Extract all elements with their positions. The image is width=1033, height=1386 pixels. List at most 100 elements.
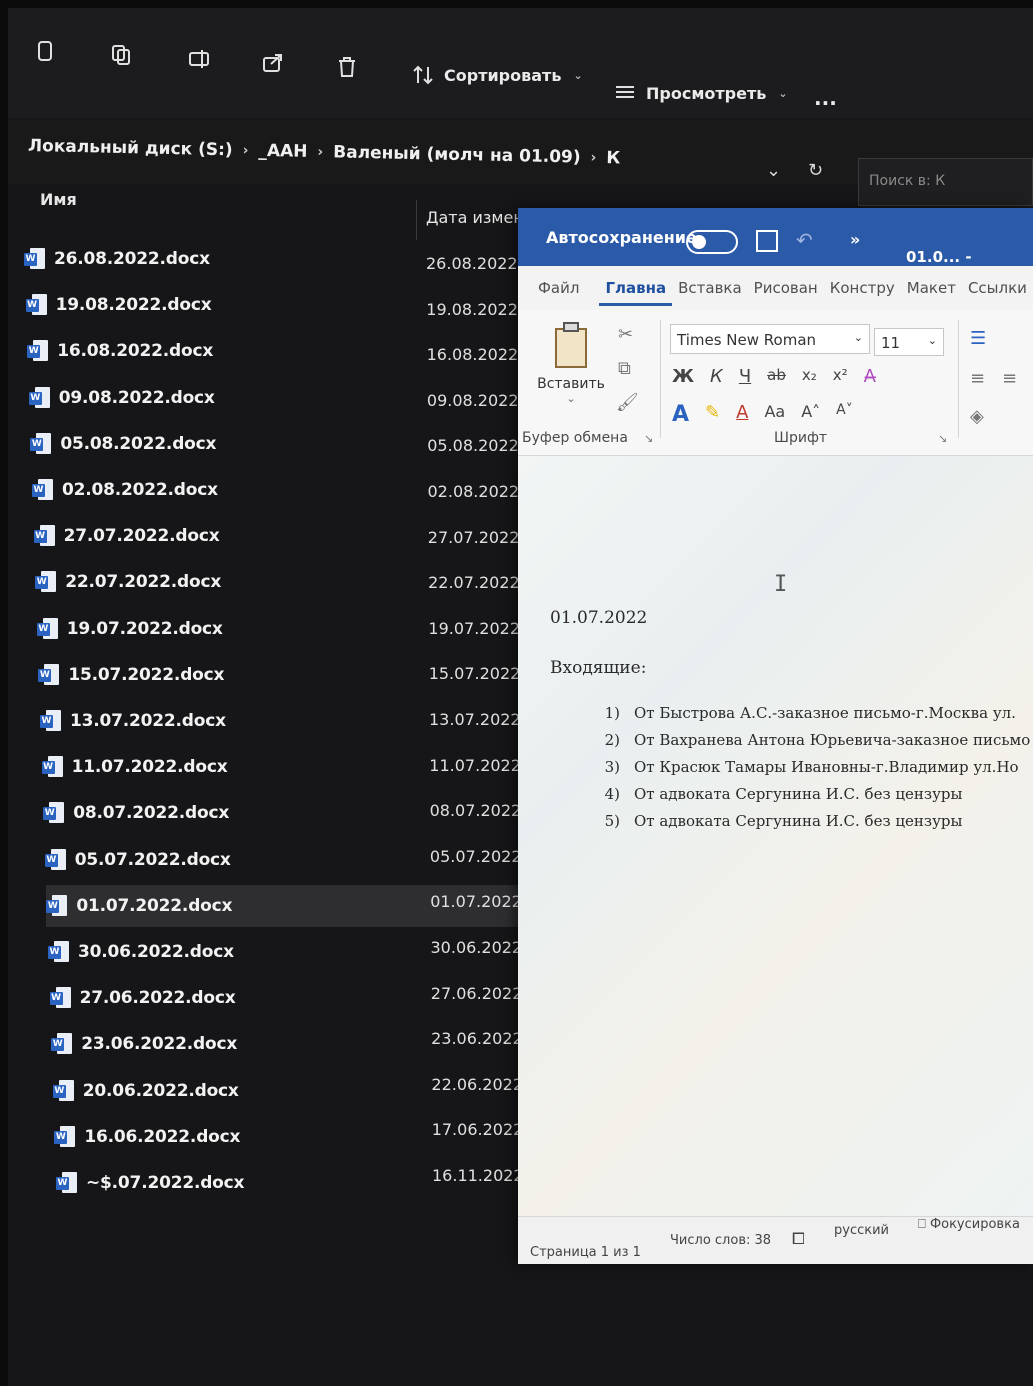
column-header-name[interactable]: Имя bbox=[40, 190, 77, 209]
tab-design[interactable]: Констру bbox=[824, 279, 901, 297]
font-size-select[interactable]: 11 ⌄ bbox=[874, 328, 944, 356]
file-name: 27.06.2022.docx bbox=[79, 988, 236, 1009]
word-title-bar: Автосохранение ↶ » 01.0... - Сохр... bbox=[518, 208, 1033, 284]
copy-icon[interactable]: ⧉ bbox=[618, 358, 631, 379]
more-options-button[interactable]: ... bbox=[814, 86, 837, 110]
word-doc-icon: W bbox=[41, 755, 64, 779]
breadcrumb-item-folder[interactable]: Валеный (молч на 01.09) bbox=[333, 142, 581, 167]
font-name-select[interactable]: Times New Roman ⌄ bbox=[670, 324, 870, 354]
tab-insert[interactable]: Вставка bbox=[672, 279, 748, 297]
highlight-icon[interactable]: ✎ bbox=[705, 402, 720, 427]
word-doc-icon: W bbox=[38, 663, 60, 687]
font-color-icon[interactable]: A bbox=[736, 402, 748, 427]
status-word-count[interactable]: Число слов: 38 bbox=[670, 1233, 771, 1248]
column-header-date[interactable]: Дата измен bbox=[426, 208, 524, 227]
cut-icon bbox=[32, 38, 58, 64]
shrink-font-icon[interactable]: A˅ bbox=[836, 402, 853, 427]
underline-button[interactable]: Ч bbox=[739, 366, 751, 387]
grow-font-icon[interactable]: A˄ bbox=[801, 402, 820, 427]
list-item-text: От Красюк Тамары Ивановны-г.Владимир ул.… bbox=[634, 758, 1019, 776]
file-date: 15.07.2022 bbox=[428, 664, 521, 684]
save-icon[interactable] bbox=[756, 230, 778, 252]
change-case-icon[interactable]: Aa bbox=[764, 402, 785, 427]
ribbon-home: Вставить ⌄ ✂ ⧉ 🖌 Буфер обмена ↘ Times Ne… bbox=[518, 310, 1033, 456]
italic-button[interactable]: К bbox=[710, 366, 723, 387]
file-name: 13.07.2022.docx bbox=[70, 711, 226, 731]
align-center-icon[interactable]: ≡ bbox=[1002, 368, 1017, 389]
word-doc-icon: W bbox=[54, 1125, 76, 1149]
file-date: 11.07.2022 bbox=[429, 755, 521, 775]
proofing-icon[interactable]: ⧠ bbox=[792, 1229, 805, 1249]
quick-access-more-icon[interactable]: » bbox=[850, 230, 860, 249]
file-date: 27.07.2022 bbox=[427, 527, 520, 547]
breadcrumb-item-drive[interactable]: Локальный диск (S:) bbox=[28, 136, 233, 160]
bullets-icon[interactable]: ☰ bbox=[970, 328, 986, 349]
autosave-toggle[interactable] bbox=[686, 230, 738, 254]
tab-file[interactable]: Файл bbox=[518, 279, 585, 297]
rename-icon bbox=[186, 46, 212, 72]
autosave-label: Автосохранение bbox=[546, 228, 697, 247]
align-left-icon[interactable]: ≡ bbox=[970, 368, 985, 389]
file-date: 16.08.2022 bbox=[426, 345, 519, 365]
paste-button[interactable]: Вставить ⌄ bbox=[536, 322, 606, 405]
file-date: 17.06.2022 bbox=[431, 1120, 524, 1140]
undo-icon[interactable]: ↶ bbox=[796, 228, 813, 252]
search-input[interactable]: Поиск в: К bbox=[858, 158, 1033, 206]
superscript-button[interactable]: x² bbox=[833, 366, 848, 387]
column-divider[interactable] bbox=[416, 200, 417, 240]
sort-button[interactable]: Сортировать ⌄ bbox=[410, 62, 583, 88]
file-name: 16.08.2022.docx bbox=[57, 341, 214, 362]
status-language[interactable]: русский bbox=[834, 1223, 889, 1238]
word-window: Автосохранение ↶ » 01.0... - Сохр... Фай… bbox=[518, 208, 1033, 1264]
cut-icon[interactable]: ✂ bbox=[618, 324, 633, 345]
word-doc-icon: W bbox=[52, 1079, 75, 1103]
copy-button[interactable] bbox=[108, 42, 134, 68]
breadcrumb-item-k[interactable]: К bbox=[606, 148, 620, 168]
share-icon bbox=[260, 50, 286, 76]
list-number: 3) bbox=[604, 758, 620, 776]
document-canvas[interactable]: I 01.07.2022 Входящие: 1) От Быстрова А.С… bbox=[518, 456, 1033, 1216]
status-focus[interactable]: ⎕ Фокусировка bbox=[918, 1217, 1020, 1232]
delete-button[interactable] bbox=[334, 54, 360, 80]
tab-home[interactable]: Главна bbox=[599, 279, 673, 306]
breadcrumb-item-aan[interactable]: _ААН bbox=[258, 141, 307, 162]
file-name: 09.08.2022.docx bbox=[58, 387, 215, 408]
explorer-toolbar: Сортировать ⌄ Просмотреть ⌄ ... bbox=[8, 8, 1033, 118]
word-doc-icon: W bbox=[30, 432, 52, 456]
file-name: 20.06.2022.docx bbox=[82, 1080, 239, 1101]
bold-button[interactable]: Ж bbox=[672, 366, 694, 387]
dialog-launcher-icon[interactable]: ↘ bbox=[938, 432, 947, 445]
file-name: 23.06.2022.docx bbox=[81, 1034, 238, 1055]
chevron-down-icon: ⌄ bbox=[853, 331, 863, 344]
file-name: 27.07.2022.docx bbox=[63, 526, 220, 547]
status-page-count[interactable]: Страница 1 из 1 bbox=[530, 1245, 641, 1260]
format-painter-icon[interactable]: 🖌 bbox=[616, 392, 639, 413]
file-date: 05.07.2022 bbox=[429, 846, 522, 866]
file-name: 05.08.2022.docx bbox=[60, 433, 217, 454]
list-number: 5) bbox=[604, 812, 620, 830]
text-cursor-icon: I bbox=[774, 572, 788, 597]
cut-button[interactable] bbox=[32, 38, 58, 64]
list-number: 4) bbox=[604, 785, 620, 803]
word-doc-icon: W bbox=[33, 524, 56, 548]
trash-icon bbox=[334, 54, 360, 80]
shading-icon[interactable]: ◈ bbox=[970, 406, 984, 427]
subscript-button[interactable]: x₂ bbox=[802, 366, 817, 387]
refresh-icon[interactable]: ↻ bbox=[808, 160, 823, 181]
focus-label: Фокусировка bbox=[929, 1217, 1020, 1232]
file-name: 26.08.2022.docx bbox=[54, 249, 210, 269]
tab-references[interactable]: Ссылки bbox=[962, 279, 1033, 297]
tab-layout[interactable]: Макет bbox=[901, 279, 962, 297]
list-number: 1) bbox=[604, 704, 620, 722]
address-history-chevron-icon[interactable]: ⌄ bbox=[766, 160, 781, 181]
view-button[interactable]: Просмотреть ⌄ bbox=[612, 80, 788, 106]
rename-button[interactable] bbox=[186, 46, 212, 72]
strikethrough-button[interactable]: ab bbox=[767, 366, 786, 387]
doc-list-item: 3) От Красюк Тамары Ивановны-г.Владимир у… bbox=[602, 758, 1030, 785]
clear-formatting-icon[interactable]: A̶ bbox=[864, 366, 876, 387]
text-effects-icon[interactable]: A bbox=[672, 402, 689, 427]
share-button[interactable] bbox=[260, 50, 286, 76]
paste-label: Вставить bbox=[537, 376, 605, 392]
dialog-launcher-icon[interactable]: ↘ bbox=[644, 432, 653, 445]
tab-draw[interactable]: Рисован bbox=[748, 279, 824, 297]
